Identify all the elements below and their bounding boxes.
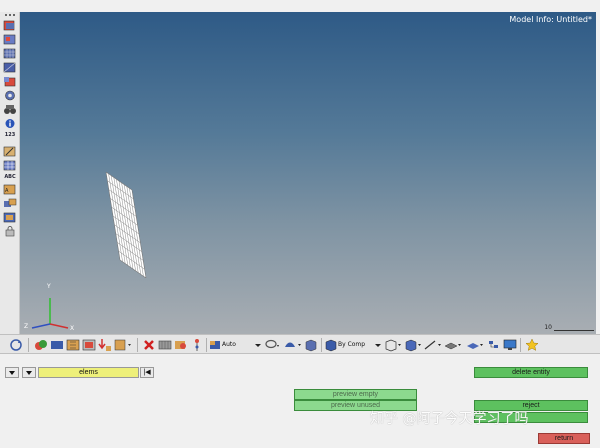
model-browser-icon[interactable]: [3, 20, 17, 31]
find-icon[interactable]: [174, 338, 188, 352]
axis-triad: Y X Z: [24, 283, 74, 332]
svg-text:A: A: [5, 188, 9, 194]
by-comp-icon[interactable]: [325, 338, 337, 352]
component-color-icon[interactable]: [34, 338, 48, 352]
numbers-icon[interactable]: 123: [1, 132, 19, 138]
chevron-down-icon[interactable]: [374, 338, 382, 352]
shell-mesh[interactable]: [104, 172, 148, 278]
mask-display-icon[interactable]: [158, 338, 172, 352]
auto-label[interactable]: Auto: [222, 341, 236, 348]
delete-entity-button[interactable]: delete entity: [474, 367, 588, 378]
preview-empty-button[interactable]: preview empty: [294, 389, 417, 400]
lock-icon[interactable]: [3, 226, 17, 237]
transparency-icon[interactable]: [466, 338, 484, 352]
entity-selector-elems[interactable]: elems: [38, 367, 139, 378]
collectors-icon[interactable]: [3, 34, 17, 45]
model-info-label: Model Info: Untitled*: [509, 15, 592, 24]
left-toolbar: 123 ABC A: [0, 12, 20, 334]
solid-display-icon[interactable]: [304, 338, 318, 352]
lasso-icon[interactable]: [264, 338, 280, 352]
plane-display-icon[interactable]: [444, 338, 462, 352]
grid-icon[interactable]: [3, 160, 17, 171]
scale-label: 10: [544, 324, 552, 331]
visualization-icon[interactable]: [114, 338, 134, 352]
info-icon[interactable]: [3, 118, 17, 129]
wireframe-icon[interactable]: [384, 338, 402, 352]
line-display-icon[interactable]: [424, 338, 442, 352]
elements-icon[interactable]: [3, 62, 17, 73]
abc-icon[interactable]: ABC: [1, 174, 19, 180]
by-comp-label[interactable]: By Comp: [338, 341, 365, 348]
surface-display-icon[interactable]: [284, 338, 302, 352]
reset-selection-button[interactable]: |◀: [140, 367, 154, 378]
watermark: 知乎 @阿子今天学习了吗: [370, 411, 529, 427]
rotate-icon[interactable]: [8, 338, 24, 352]
svg-text:X: X: [70, 325, 74, 332]
monitor-icon[interactable]: [503, 338, 517, 352]
entity-menu-toggle[interactable]: [5, 367, 19, 378]
graphics-viewport[interactable]: Model Info: Untitled* Y X Z 10: [20, 12, 596, 334]
load-icon[interactable]: [98, 338, 112, 352]
delete-icon[interactable]: [142, 338, 156, 352]
toolbar-grip[interactable]: [5, 14, 15, 17]
scale-bar: [554, 330, 594, 331]
element-type-icon[interactable]: [66, 338, 80, 352]
svg-text:Y: Y: [46, 283, 51, 290]
nodes-icon[interactable]: [488, 338, 500, 352]
binoculars-icon[interactable]: [3, 104, 17, 115]
shaded-elements-icon[interactable]: [82, 338, 96, 352]
edit-icon[interactable]: [3, 146, 17, 157]
torus-icon[interactable]: [3, 90, 17, 101]
command-panel: elems |◀ delete entity preview empty pre…: [0, 356, 600, 448]
chevron-down-icon[interactable]: [254, 338, 262, 352]
geometry-icon[interactable]: [3, 76, 17, 87]
shaded-solid-icon[interactable]: [404, 338, 422, 352]
star-icon[interactable]: [525, 338, 539, 352]
mesh-icon[interactable]: [3, 48, 17, 59]
mesh-display-icon[interactable]: [50, 338, 64, 352]
entity-type-dropdown[interactable]: [22, 367, 36, 378]
pin-icon[interactable]: [190, 338, 204, 352]
return-button[interactable]: return: [538, 433, 590, 444]
component-icon[interactable]: [3, 212, 17, 223]
bottom-toolbar: Auto By Comp: [0, 334, 600, 354]
tag-icon[interactable]: A: [3, 184, 17, 195]
hypermesh-window: 123 ABC A Model Info: Untitled* Y X Z 10…: [0, 0, 600, 448]
element-color-mode-icon[interactable]: [209, 338, 221, 352]
mask-icon[interactable]: [3, 198, 17, 209]
svg-text:Z: Z: [24, 323, 28, 330]
